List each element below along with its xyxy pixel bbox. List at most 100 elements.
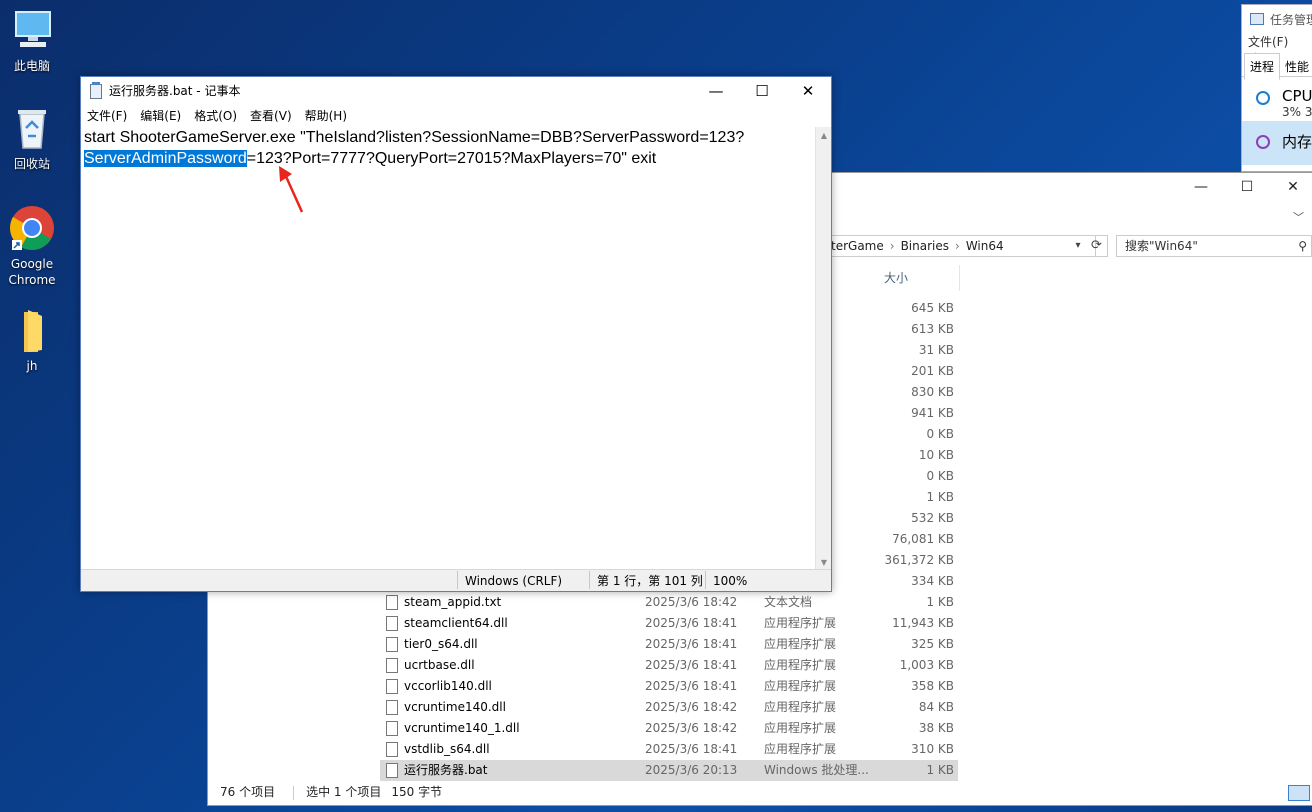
breadcrumb-separator-icon: ›: [889, 239, 895, 253]
file-name: steam_appid.txt: [404, 595, 502, 609]
file-icon: [386, 595, 398, 610]
details-view-icon[interactable]: [1288, 785, 1310, 801]
file-type: 文本文档: [764, 595, 813, 609]
file-row[interactable]: vccorlib140.dll 2025/3/6 18:41 应用程序扩展 358 K…: [380, 676, 958, 697]
folder-icon: [8, 306, 56, 354]
menu-view[interactable]: 查看(V): [250, 109, 292, 123]
ribbon-expand-chevron-icon[interactable]: ﹀: [1293, 209, 1304, 225]
scroll-down-icon[interactable]: ▼: [816, 558, 832, 567]
file-size: 10 KB: [918, 448, 954, 462]
file-size: 38 KB: [918, 721, 954, 735]
file-date: 2025/3/6 18:41: [645, 658, 738, 672]
file-type: 应用程序扩展: [764, 721, 837, 735]
notepad-minimize-button[interactable]: —: [693, 77, 739, 105]
menu-help[interactable]: 帮助(H): [305, 109, 347, 123]
red-arrow-annotation-icon: [279, 166, 304, 213]
task-manager-window[interactable]: 任务管理 文件(F)选 进程性能 CPU 3% 3 内存: [1241, 4, 1312, 172]
file-size: 11,943 KB: [892, 616, 954, 630]
file-date: 2025/3/6 20:13: [645, 763, 738, 777]
file-size: 645 KB: [911, 301, 954, 315]
file-date: 2025/3/6 18:42: [645, 595, 738, 609]
scroll-up-icon[interactable]: ▲: [816, 131, 832, 140]
notepad-titlebar[interactable]: 运行服务器.bat - 记事本 — ☐ ✕: [81, 77, 831, 105]
notepad-maximize-button[interactable]: ☐: [739, 77, 785, 105]
task-manager-titlebar[interactable]: 任务管理: [1242, 5, 1312, 33]
explorer-close-button[interactable]: ✕: [1270, 173, 1312, 201]
cpu-row[interactable]: CPU 3% 3: [1242, 77, 1312, 121]
breadcrumb-item[interactable]: terGame: [831, 239, 884, 253]
memory-label: 内存: [1282, 133, 1312, 151]
explorer-maximize-button[interactable]: ☐: [1224, 173, 1270, 201]
desktop-icon-jh-folder[interactable]: jh: [0, 306, 64, 374]
menu-edit[interactable]: 编辑(E): [140, 109, 181, 123]
status-encoding: Windows (CRLF): [457, 571, 562, 589]
search-icon: ⚲: [1298, 239, 1307, 253]
tab-performance[interactable]: 性能: [1280, 54, 1312, 79]
file-size: 201 KB: [911, 364, 954, 378]
file-row[interactable]: steamclient64.dll 2025/3/6 18:41 应用程序扩展 11,…: [380, 613, 958, 634]
tab-processes[interactable]: 进程: [1244, 53, 1281, 80]
file-date: 2025/3/6 18:42: [645, 721, 738, 735]
file-size: 334 KB: [911, 574, 954, 588]
task-manager-icon: [1250, 13, 1264, 25]
desktop-icon-recycle-bin[interactable]: 回收站: [0, 104, 64, 172]
file-type: 应用程序扩展: [764, 637, 837, 651]
file-icon: [386, 700, 398, 715]
notepad-close-button[interactable]: ✕: [785, 77, 831, 105]
explorer-status-bar: 76 个项目 选中 1 个项目 150 字节: [208, 781, 1312, 805]
menu-format[interactable]: 格式(O): [194, 109, 237, 123]
file-type: 应用程序扩展: [764, 616, 837, 630]
cpu-label: CPU: [1282, 87, 1312, 105]
memory-row[interactable]: 内存: [1242, 121, 1312, 165]
file-type: 应用程序扩展: [764, 742, 837, 756]
status-zoom: 100%: [705, 571, 747, 589]
file-row[interactable]: 运行服务器.bat 2025/3/6 20:13 Windows 批处理... 1 K…: [380, 760, 958, 781]
file-size: 532 KB: [911, 511, 954, 525]
file-size: 1 KB: [926, 595, 954, 609]
explorer-minimize-button[interactable]: —: [1178, 173, 1224, 201]
notepad-title: 运行服务器.bat - 记事本: [109, 84, 241, 98]
breadcrumb-item[interactable]: Binaries: [901, 239, 949, 253]
file-name: steamclient64.dll: [404, 616, 508, 630]
chrome-icon: [8, 204, 56, 252]
search-placeholder: 搜索"Win64": [1125, 239, 1198, 253]
file-row[interactable]: vstdlib_s64.dll 2025/3/6 18:41 应用程序扩展 310 K…: [380, 739, 958, 760]
file-size: 0 KB: [926, 469, 954, 483]
breadcrumb-item[interactable]: Win64: [966, 239, 1004, 253]
file-icon: [386, 721, 398, 736]
notepad-text-area[interactable]: start ShooterGameServer.exe "TheIsland?l…: [81, 127, 817, 571]
column-header-size[interactable]: 大小: [878, 265, 960, 291]
file-size: 1 KB: [926, 490, 954, 504]
file-row[interactable]: steam_appid.txt 2025/3/6 18:42 文本文档 1 KB: [380, 592, 958, 613]
vertical-scrollbar[interactable]: ▲ ▼: [815, 127, 831, 571]
menu-file[interactable]: 文件(F): [87, 109, 127, 123]
file-row[interactable]: vcruntime140_1.dll 2025/3/6 18:42 应用程序扩展 38…: [380, 718, 958, 739]
refresh-button[interactable]: ⟳: [1086, 235, 1108, 257]
address-dropdown-icon[interactable]: ▾: [1070, 236, 1086, 256]
status-position: 第 1 行，第 101 列: [589, 571, 703, 589]
file-type: Windows 批处理...: [764, 763, 869, 777]
file-icon: [386, 658, 398, 673]
notepad-window[interactable]: 运行服务器.bat - 记事本 — ☐ ✕ 文件(F) 编辑(E) 格式(O) 查看(V)…: [80, 76, 832, 592]
notepad-menu-bar: 文件(F) 编辑(E) 格式(O) 查看(V) 帮助(H): [81, 105, 831, 127]
file-size: 361,372 KB: [884, 553, 954, 567]
desktop-icon-this-pc[interactable]: 此电脑: [0, 6, 64, 74]
selected-count: 选中 1 个项目: [306, 785, 382, 799]
file-date: 2025/3/6 18:41: [645, 742, 738, 756]
notepad-icon: [90, 82, 102, 99]
notepad-status-bar: Windows (CRLF) 第 1 行，第 101 列 100%: [81, 569, 831, 591]
file-size: 358 KB: [911, 679, 954, 693]
tm-menu-file[interactable]: 文件(F): [1248, 35, 1288, 49]
file-row[interactable]: tier0_s64.dll 2025/3/6 18:41 应用程序扩展 325 KB: [380, 634, 958, 655]
file-date: 2025/3/6 18:41: [645, 637, 738, 651]
file-size: 1 KB: [926, 763, 954, 777]
file-row[interactable]: ucrtbase.dll 2025/3/6 18:41 应用程序扩展 1,003 KB: [380, 655, 958, 676]
task-manager-menu: 文件(F)选: [1242, 33, 1312, 66]
file-row[interactable]: vcruntime140.dll 2025/3/6 18:42 应用程序扩展 84 K…: [380, 697, 958, 718]
search-box[interactable]: 搜索"Win64" ⚲: [1116, 235, 1312, 257]
address-bar[interactable]: terGame › Binaries › Win64: [828, 235, 1096, 257]
desktop-icon-chrome[interactable]: Google Chrome: [0, 204, 64, 288]
computer-icon: [8, 6, 56, 54]
file-icon: [386, 616, 398, 631]
file-size: 76,081 KB: [892, 532, 954, 546]
